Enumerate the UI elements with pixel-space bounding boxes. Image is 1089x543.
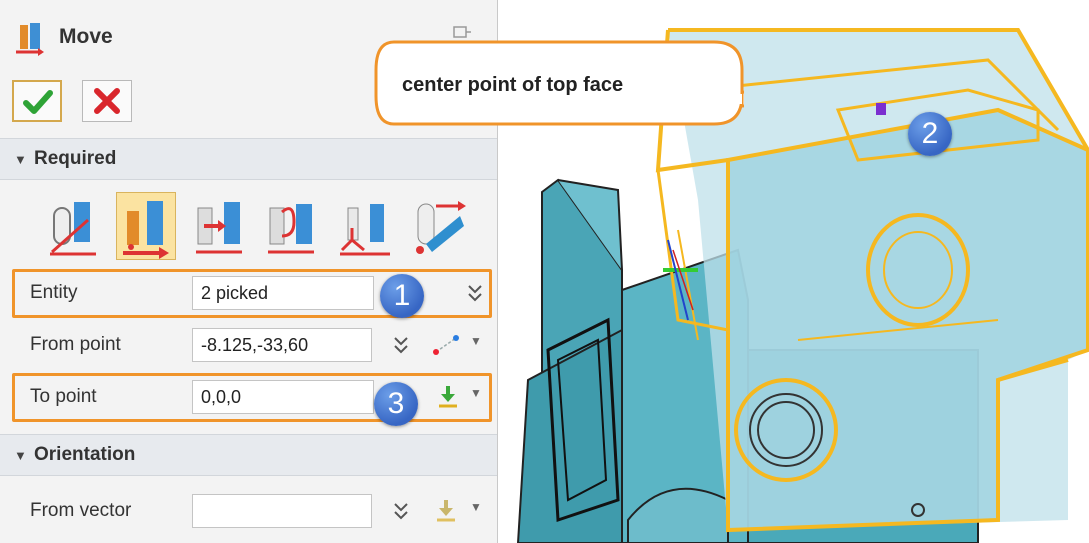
rotate-move-button[interactable] xyxy=(262,192,322,260)
align-move-icon xyxy=(340,204,390,256)
point-to-point-move-icon xyxy=(123,201,169,259)
dropdown-arrow-icon[interactable]: ▼ xyxy=(470,500,482,514)
x-icon xyxy=(94,88,120,114)
required-section-label: Required xyxy=(34,148,117,169)
expand-chevron-icon[interactable] xyxy=(392,334,410,356)
checkmark-icon xyxy=(23,90,53,114)
step-badge-1: 1 xyxy=(380,274,424,318)
step-badge-2: 2 xyxy=(908,112,952,156)
from-vector-row: From vector ▼ xyxy=(14,490,489,534)
from-point-label: From point xyxy=(30,334,121,355)
collapse-triangle-icon: ▼ xyxy=(14,448,27,463)
from-vector-label: From vector xyxy=(30,500,132,521)
rotate-move-icon xyxy=(268,204,314,254)
move-icon xyxy=(16,23,44,56)
align-move-button[interactable] xyxy=(336,192,396,260)
point-to-point-move-button[interactable] xyxy=(116,192,176,260)
move-along-direction-button[interactable] xyxy=(190,192,250,260)
required-section-header[interactable]: ▼ Required xyxy=(0,138,497,180)
dynamic-move-icon xyxy=(50,202,96,256)
from-vector-field[interactable] xyxy=(192,494,372,528)
move-along-direction-icon xyxy=(196,202,242,254)
from-point-field[interactable]: -8.125,-33,60 xyxy=(192,328,372,362)
expand-chevron-icon[interactable] xyxy=(392,500,410,522)
orientation-section-label: Orientation xyxy=(34,444,136,465)
dynamic-move-button[interactable] xyxy=(44,192,104,260)
collapse-triangle-icon: ▼ xyxy=(14,152,27,167)
dropdown-arrow-icon[interactable]: ▼ xyxy=(470,334,482,348)
download-vector-icon[interactable] xyxy=(434,498,458,524)
picked-point-marker[interactable] xyxy=(876,103,886,115)
cancel-button[interactable] xyxy=(82,80,132,122)
callout-text: center point of top face xyxy=(402,74,624,96)
panel-title: Move xyxy=(59,25,113,48)
from-point-value: -8.125,-33,60 xyxy=(201,335,309,355)
pin-icon[interactable] xyxy=(452,24,472,40)
step-badge-3: 3 xyxy=(374,382,418,426)
from-point-row: From point -8.125,-33,60 ▼ xyxy=(14,324,489,368)
to-point-highlight-box xyxy=(12,373,492,422)
point-pick-icon[interactable] xyxy=(432,334,462,356)
path-move-button[interactable] xyxy=(408,192,468,260)
orientation-section-header[interactable]: ▼ Orientation xyxy=(0,434,497,476)
path-move-icon xyxy=(416,201,466,254)
ok-button[interactable] xyxy=(12,80,62,122)
